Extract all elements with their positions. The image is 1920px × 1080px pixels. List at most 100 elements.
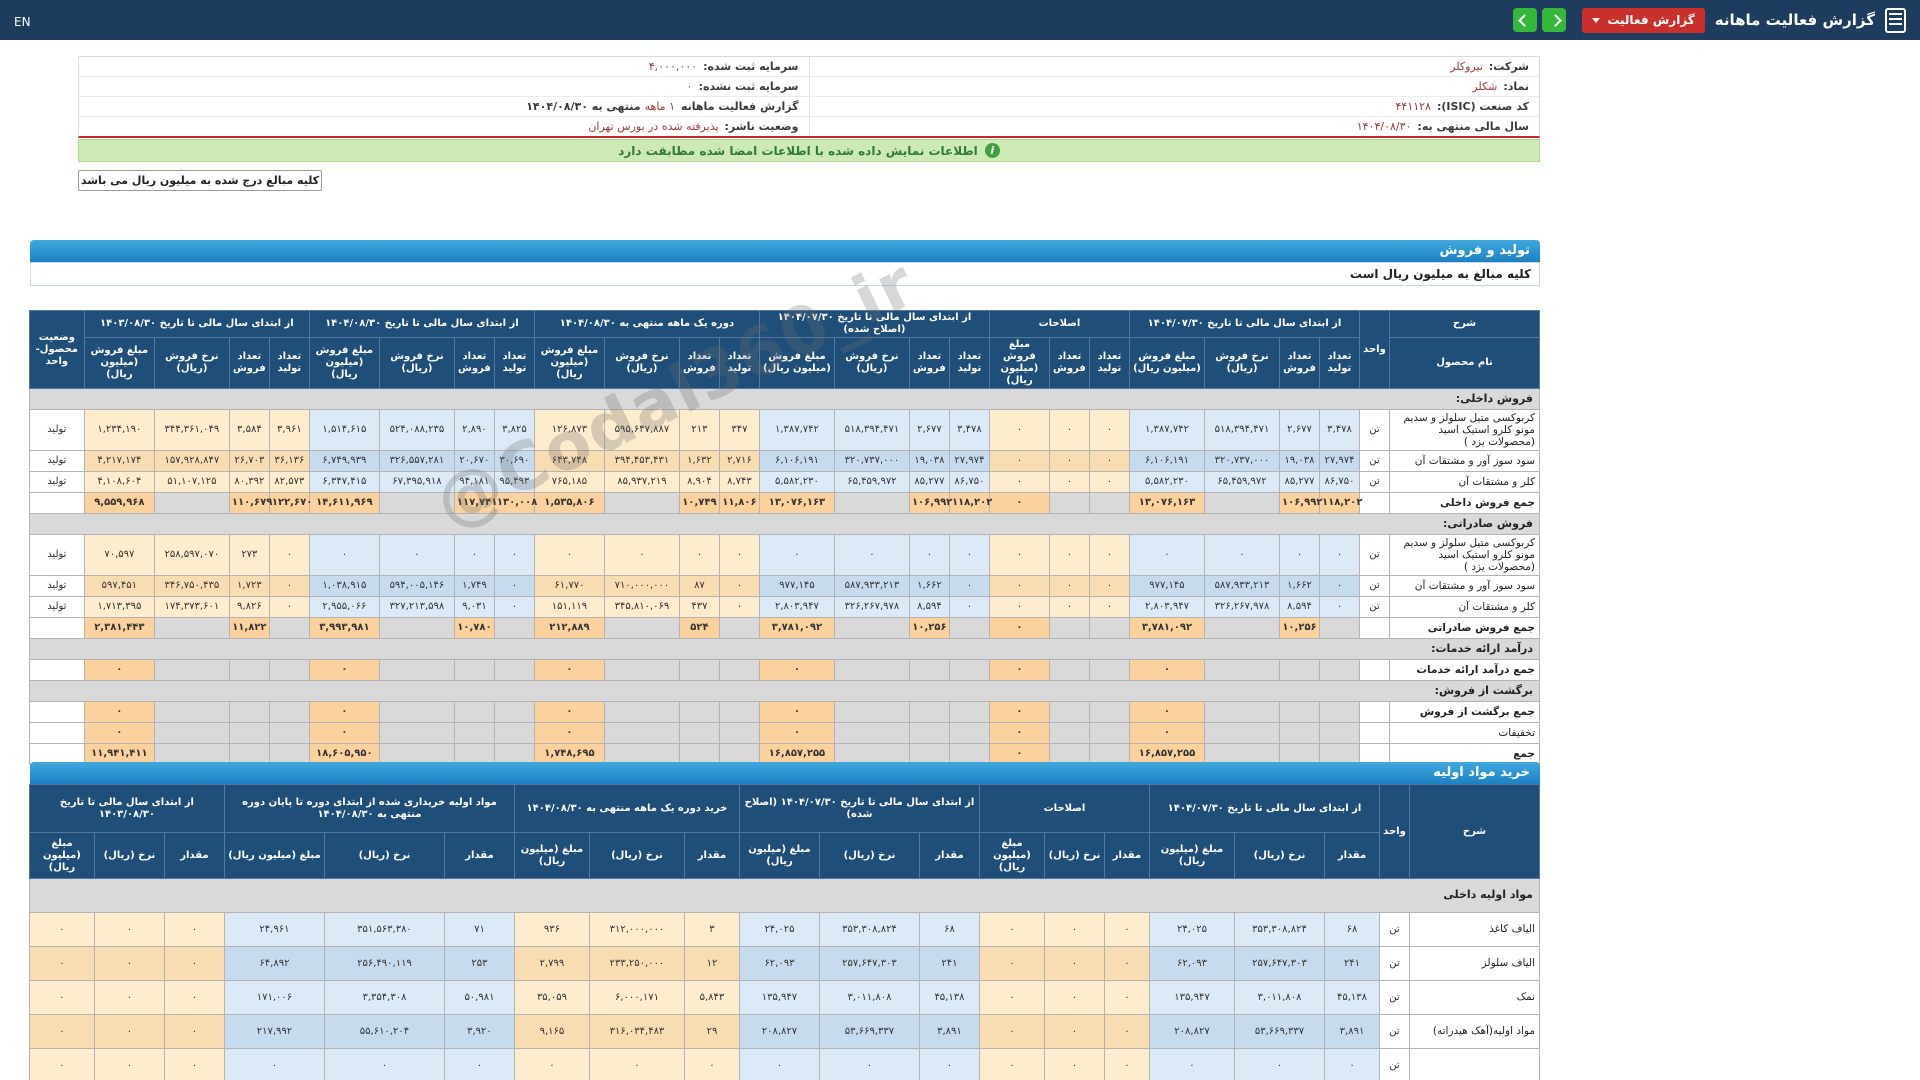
unit-cell <box>1359 492 1390 514</box>
row-name-cell: کربوکسی متیل سلولز و سدیم مونو کلرو استی… <box>1389 409 1540 451</box>
info-cell: گزارش فعالیت ماهانه ۱ ماهه منتهی به ۱۴۰۴/۰… <box>79 97 809 116</box>
value-cell: ۰ <box>1103 946 1150 981</box>
value-cell: ۰ <box>533 701 605 723</box>
value-cell: ۸۵,۲۷۷ <box>1279 471 1320 493</box>
value-cell: ۱۰,۷۸۰ <box>453 617 495 639</box>
row-name-cell: سود سوز آور و مشتقات آن <box>1389 450 1540 472</box>
unit-cell: تن <box>1379 980 1410 1015</box>
col-sub-header: تعداد فروش <box>1048 337 1090 389</box>
value-cell: ۰ <box>758 534 835 576</box>
value-cell: ۴,۲۱۷,۱۷۴ <box>83 450 155 472</box>
value-cell: ۳۵۳,۳۰۸,۸۲۴ <box>818 912 920 947</box>
col-sub-header: مبلغ (میلیون ریال) <box>978 832 1045 879</box>
table-row: سود سوز آور و مشتقات آن تن ۲۷,۹۷۴ ۱۹,۰۳۸ ۳۲۰… <box>28 450 1540 472</box>
value-cell: ۳,۴۷۸ <box>948 409 990 451</box>
value-cell: ۱,۰۳۸,۹۱۵ <box>308 575 380 597</box>
value-cell: ۶۴,۸۹۲ <box>223 946 325 981</box>
caret-down-icon <box>1592 17 1601 27</box>
next-period-button[interactable] <box>1542 8 1567 32</box>
value-cell: ۰ <box>533 722 605 744</box>
value-cell <box>153 722 230 744</box>
value-cell <box>153 659 230 681</box>
info-cell: کد صنعت (ISIC): ۴۴۱۱۲۸ <box>808 97 1540 116</box>
value-cell: ۰ <box>1088 450 1130 472</box>
unit-cell: تن <box>1359 450 1390 472</box>
value-cell: ۱۵۷,۹۲۸,۸۴۷ <box>153 450 230 472</box>
value-cell <box>718 659 760 681</box>
col-sub-header: مبلغ فروش (میلیون ریال) <box>988 337 1050 389</box>
value-cell: ۲۱۷,۹۹۲ <box>223 1014 325 1049</box>
value-cell <box>1204 722 1280 744</box>
value-cell: ۰ <box>513 1048 590 1080</box>
value-cell: ۱۱۸,۲۰۲ <box>948 492 992 514</box>
value-cell: ۱۲۲,۶۷۰ <box>268 492 312 514</box>
value-cell: ۶۸ <box>1324 912 1380 947</box>
value-cell: ۴۵,۱۳۸ <box>1324 980 1380 1015</box>
unit-cell: تن <box>1359 575 1390 597</box>
value-cell: ۰ <box>603 534 680 576</box>
value-cell: ۰ <box>1103 980 1150 1015</box>
language-toggle[interactable]: EN <box>14 15 31 29</box>
col-sub-header: نرخ (ریال) <box>1043 832 1105 879</box>
value-cell: ۹۴,۱۸۱ <box>453 471 495 493</box>
unit-cell <box>1359 722 1390 744</box>
value-cell: ۰ <box>163 980 225 1015</box>
value-cell: ۲۵۸,۵۹۷,۰۷۰ <box>153 534 230 576</box>
value-cell: ۵۳,۶۶۹,۳۳۷ <box>818 1014 920 1049</box>
report-document-icon <box>1885 7 1906 33</box>
value-cell: ۱۹,۰۳۸ <box>1279 450 1320 472</box>
section-row-label: فروش داخلی: <box>28 388 1541 410</box>
value-cell: ۰ <box>588 1048 685 1080</box>
info-label: کد صنعت (ISIC): <box>1436 100 1529 113</box>
row-name-cell: جمع برگشت از فروش <box>1389 701 1540 723</box>
info-cell: سال مالی منتهی به: ۱۴۰۴/۰۸/۳۰ <box>808 117 1540 136</box>
prev-period-button[interactable] <box>1513 8 1538 32</box>
status-cell: تولید <box>28 534 85 576</box>
value-cell: ۶۴۳,۷۴۸ <box>533 450 605 472</box>
col-sub-header: نرخ فروش (ریال) <box>833 337 910 389</box>
col-sub-header: نرخ فروش (ریال) <box>603 337 680 389</box>
value-cell: ۳,۰۱۱,۸۰۸ <box>1234 980 1325 1015</box>
value-cell: ۲۰۸,۸۲۷ <box>1148 1014 1236 1049</box>
value-cell: ۵۹۵,۶۴۷,۸۸۷ <box>603 409 680 451</box>
value-cell: ۱۲ <box>683 946 740 981</box>
info-icon: i <box>984 143 1000 158</box>
amounts-note-tab[interactable]: کلیه مبالغ درج شده به میلیون ریال می باش… <box>78 170 322 191</box>
col-group-header: اصلاحات <box>988 310 1130 338</box>
section-row-label: درآمد ارائه خدمات: <box>28 638 1541 660</box>
value-cell: ۰ <box>1128 534 1206 576</box>
value-cell <box>1279 701 1320 723</box>
value-cell <box>378 617 455 639</box>
value-cell: ۱۱۰,۶۷۹ <box>228 492 272 514</box>
table-row: کلر و مشتقات آن تن ۰ ۸,۵۹۴ ۳۲۶,۲۶۷,۹۷۸ ۲,۸۰۳,… <box>28 596 1540 618</box>
value-cell: ۱۳۵,۹۴۷ <box>1148 980 1236 1015</box>
value-cell: ۵۳,۶۶۹,۳۳۷ <box>1234 1014 1325 1049</box>
value-cell: ۱,۵۱۴,۶۱۵ <box>308 409 380 451</box>
value-cell: ۰ <box>758 722 835 744</box>
value-cell <box>603 492 680 514</box>
value-cell: ۰ <box>533 659 605 681</box>
info-label: سال مالی منتهی به: <box>1417 120 1529 133</box>
report-type-button[interactable]: گزارش فعالیت <box>1582 7 1705 33</box>
value-cell: ۶۷,۳۹۵,۹۱۸ <box>378 471 455 493</box>
col-sub-header: تعداد تولید <box>948 337 990 389</box>
status-cell: تولید <box>28 596 85 618</box>
value-cell: ۳,۴۷۸ <box>1319 409 1360 451</box>
value-cell: ۲۱۳ <box>678 409 720 451</box>
table-header-row: مقدار نرخ (ریال) مبلغ (میلیون ریال) مقدار نر… <box>28 832 1539 879</box>
value-cell: ۰ <box>678 534 720 576</box>
value-cell: ۱,۶۶۲ <box>908 575 950 597</box>
status-cell <box>28 722 85 744</box>
value-cell: ۹,۱۶۵ <box>513 1014 590 1049</box>
col-desc-header: شرح <box>1389 310 1540 338</box>
value-cell: ۱۳,۰۷۶,۱۶۳ <box>1128 492 1206 514</box>
value-cell: ۱,۳۸۷,۷۴۲ <box>758 409 835 451</box>
top-navbar: گزارش فعالیت ماهانه گزارش فعالیت EN <box>0 0 1920 40</box>
value-cell: ۳۵۱,۵۶۳,۳۸۰ <box>323 912 445 947</box>
value-cell <box>1279 722 1320 744</box>
value-cell: ۱,۵۳۵,۸۰۶ <box>533 492 605 514</box>
value-cell: ۶,۱۰۶,۱۹۱ <box>1128 450 1206 472</box>
value-cell: ۰ <box>978 980 1045 1015</box>
value-cell: ۰ <box>1128 701 1206 723</box>
value-cell: ۰ <box>978 912 1045 947</box>
